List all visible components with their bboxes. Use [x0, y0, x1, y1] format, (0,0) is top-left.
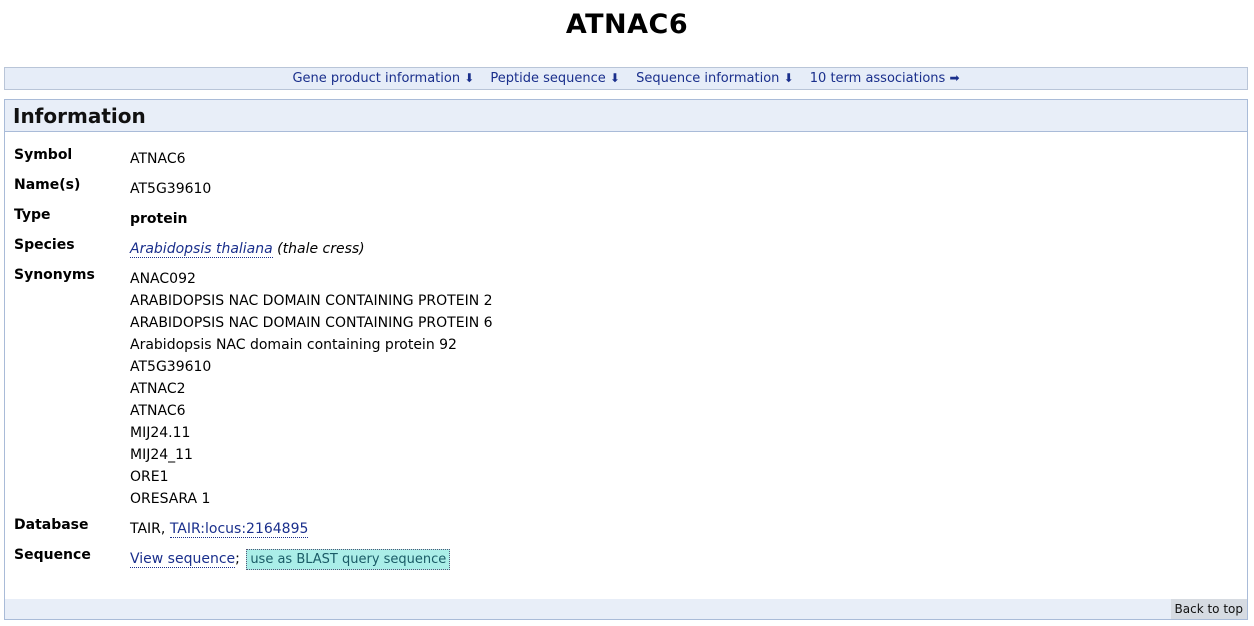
- list-item: MIJ24_11: [130, 447, 193, 463]
- species-link[interactable]: Arabidopsis thaliana: [130, 241, 273, 258]
- nav-gene-product-information[interactable]: Gene product information ⬇: [292, 71, 474, 86]
- symbol-value: ATNAC6: [130, 151, 186, 167]
- nav-term-associations[interactable]: 10 term associations ➡: [810, 71, 960, 86]
- arrow-down-icon: ⬇: [464, 71, 475, 85]
- panel-footer: [5, 599, 1247, 619]
- list-item: ARABIDOPSIS NAC DOMAIN CONTAINING PROTEI…: [130, 293, 493, 309]
- species-label: Species: [14, 237, 75, 253]
- page-title: ATNAC6: [565, 9, 689, 40]
- arrow-down-icon: ⬇: [609, 71, 620, 85]
- sequence-value: View sequence; use as BLAST query sequen…: [130, 545, 451, 570]
- back-to-top-link[interactable]: Back to top: [1170, 599, 1247, 619]
- synonyms-value: ANAC092 ARABIDOPSIS NAC DOMAIN CONTAININ…: [130, 265, 493, 510]
- list-item: ORE1: [130, 469, 169, 485]
- names-value: AT5G39610: [130, 181, 212, 197]
- row-database: Database TAIR, TAIR:locus:2164895: [14, 515, 1114, 545]
- database-prefix: TAIR,: [130, 521, 166, 537]
- nav-peptide-sequence[interactable]: Peptide sequence ⬇: [490, 71, 620, 86]
- row-synonyms: Synonyms ANAC092 ARABIDOPSIS NAC DOMAIN …: [14, 265, 1114, 515]
- blast-query-button[interactable]: use as BLAST query sequence: [246, 549, 451, 570]
- information-heading: Information: [5, 100, 1247, 132]
- list-item: AT5G39610: [130, 359, 212, 375]
- list-item: Arabidopsis NAC domain containing protei…: [130, 337, 457, 353]
- synonyms-label: Synonyms: [14, 267, 95, 283]
- row-names: Name(s) AT5G39610: [14, 175, 1114, 205]
- database-label: Database: [14, 517, 89, 533]
- synonym-list: ANAC092 ARABIDOPSIS NAC DOMAIN CONTAININ…: [130, 268, 493, 510]
- row-type: Type protein: [14, 205, 1114, 235]
- tair-locus-link[interactable]: TAIR:locus:2164895: [169, 521, 309, 538]
- type-label: Type: [14, 207, 51, 223]
- info-table: Symbol ATNAC6 Name(s) AT5G39610 Type pro…: [14, 145, 1114, 575]
- species-value: Arabidopsis thaliana (thale cress): [130, 235, 365, 260]
- section-nav-bar: Gene product information ⬇ Peptide seque…: [4, 67, 1248, 90]
- database-value: TAIR, TAIR:locus:2164895: [130, 515, 309, 540]
- type-value: protein: [130, 211, 188, 227]
- sequence-label: Sequence: [14, 547, 91, 563]
- list-item: ARABIDOPSIS NAC DOMAIN CONTAINING PROTEI…: [130, 315, 493, 331]
- list-item: ORESARA 1: [130, 491, 211, 507]
- information-panel: Information Symbol ATNAC6 Name(s) AT5G39…: [4, 99, 1248, 620]
- names-label: Name(s): [14, 177, 81, 193]
- species-common-name: (thale cress): [277, 241, 365, 257]
- arrow-down-icon: ⬇: [783, 71, 794, 85]
- list-item: ATNAC6: [130, 403, 186, 419]
- symbol-label: Symbol: [14, 147, 73, 163]
- list-item: ATNAC2: [130, 381, 186, 397]
- arrow-right-icon: ➡: [949, 71, 960, 85]
- nav-sequence-information[interactable]: Sequence information ⬇: [636, 71, 794, 86]
- row-sequence: Sequence View sequence; use as BLAST que…: [14, 545, 1114, 575]
- sequence-separator: ;: [235, 551, 240, 567]
- list-item: MIJ24.11: [130, 425, 191, 441]
- list-item: ANAC092: [130, 271, 196, 287]
- view-sequence-link[interactable]: View sequence: [130, 551, 236, 568]
- row-symbol: Symbol ATNAC6: [14, 145, 1114, 175]
- row-species: Species Arabidopsis thaliana (thale cres…: [14, 235, 1114, 265]
